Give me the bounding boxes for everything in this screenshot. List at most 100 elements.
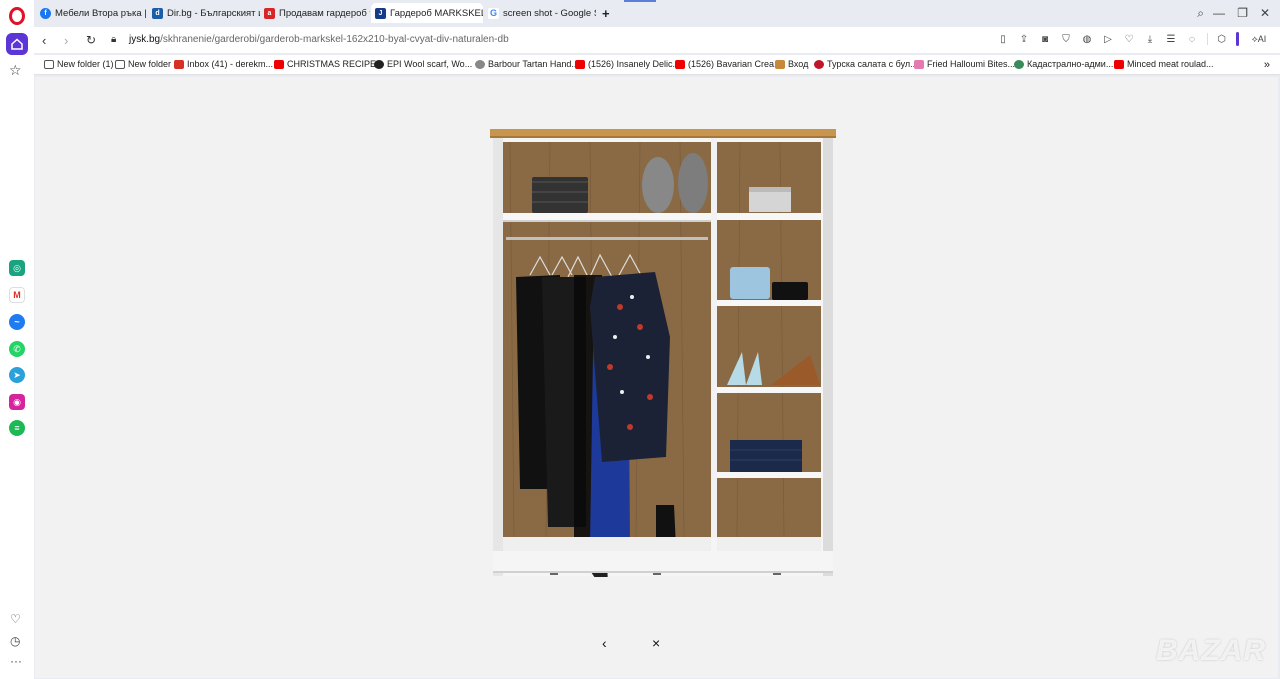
speed-dial-star-icon[interactable]: ☆ xyxy=(9,62,22,79)
bookmark-label: Minced meat roulad... xyxy=(1127,59,1214,69)
gmail-icon[interactable]: M xyxy=(9,287,25,303)
bookmark-item[interactable]: Кадастрално-адми... xyxy=(1014,59,1113,69)
barbour-icon xyxy=(475,59,485,69)
opera-logo[interactable] xyxy=(9,7,25,25)
bookmark-item[interactable]: Вход xyxy=(775,59,808,69)
tab-google[interactable]: G screen shot - Google Searc xyxy=(484,3,596,23)
more-icon[interactable]: ··· xyxy=(10,654,22,668)
url-domain: jysk.bg xyxy=(129,34,161,45)
bookmark-label: New folder xyxy=(128,59,172,69)
home-icon xyxy=(11,38,23,50)
bookmark-label: Barbour Tartan Hand... xyxy=(488,59,579,69)
tab-label: Гардероб MARKSKEL 162 xyxy=(390,7,483,19)
heart-icon[interactable]: ♡ xyxy=(1123,33,1135,45)
reload-icon[interactable]: ↻ xyxy=(86,33,96,47)
vpn-icon[interactable]: ◍ xyxy=(1081,33,1093,45)
bookmark-item[interactable]: New folder (1) xyxy=(44,59,114,69)
telegram-icon[interactable]: ➤ xyxy=(9,367,25,383)
bookmark-item[interactable]: Barbour Tartan Hand... xyxy=(475,59,579,69)
google-icon: G xyxy=(488,7,499,19)
bookmark-label: (1526) Bavarian Crea... xyxy=(688,59,782,69)
bookmark-item[interactable]: EPI Wool scarf, Wo... xyxy=(374,59,472,69)
ai-icon[interactable]: ⟡AI xyxy=(1248,33,1270,45)
bookmark-item[interactable]: Inbox (41) - derekm... xyxy=(174,59,273,69)
bookmark-item[interactable]: (1526) Bavarian Crea... xyxy=(675,59,782,69)
close-window-icon[interactable]: ✕ xyxy=(1260,6,1270,20)
cube-icon[interactable]: ⬡ xyxy=(1207,33,1227,45)
forward-icon[interactable]: › xyxy=(64,33,68,48)
download-icon[interactable]: ⤓ xyxy=(1144,33,1156,45)
tab-label: Dir.bg - Българският инте xyxy=(167,7,260,19)
tab-facebook[interactable]: f Мебели Втора ръка | Fac xyxy=(36,3,148,23)
play-icon[interactable]: ▷ xyxy=(1102,33,1114,45)
prev-image-button[interactable]: ‹ xyxy=(602,635,607,651)
toolbar-icons: ▯ ⇪ ◙ ⛉ ◍ ▷ ♡ ⤓ ☰ ◌ ⬡ ⟡AI xyxy=(997,32,1270,46)
bazar-watermark: BAZAR xyxy=(1156,634,1266,667)
address-bar: ‹ › ↻ 🔒︎ jysk.bg/skhranenie/garderobi/ga… xyxy=(34,27,1280,53)
share-icon[interactable]: ⇪ xyxy=(1018,33,1030,45)
folder-icon xyxy=(44,59,54,69)
tab-label: Продавам гардероб три xyxy=(279,7,370,19)
shield-icon[interactable]: ⛉ xyxy=(1060,33,1072,45)
bookmark-label: Inbox (41) - derekm... xyxy=(187,59,274,69)
bookmark-label: New folder (1) xyxy=(57,59,114,69)
tab-label: Мебели Втора ръка | Fac xyxy=(55,7,148,19)
youtube-icon xyxy=(274,59,284,69)
home-button[interactable] xyxy=(6,33,28,55)
new-tab-button[interactable]: + xyxy=(598,3,614,23)
tab-bar: f Мебели Втора ръка | Fac d Dir.bg - Бъл… xyxy=(34,0,1280,26)
heart-icon[interactable]: ♡ xyxy=(10,612,21,626)
cherry-icon xyxy=(814,59,824,69)
minimize-icon[interactable]: — xyxy=(1213,6,1225,20)
url-path: /skhranenie/garderobi/garderob-markskel-… xyxy=(160,34,509,45)
accent-indicator xyxy=(1236,32,1239,46)
bookmarks-bar: New folder (1) New folder Inbox (41) - d… xyxy=(34,55,1280,75)
profile-icon[interactable]: ◌ xyxy=(1186,33,1198,45)
login-icon xyxy=(775,59,785,69)
alo-icon: a xyxy=(264,7,275,19)
youtube-icon xyxy=(575,59,585,69)
bow-icon xyxy=(914,59,924,69)
instagram-icon[interactable]: ◉ xyxy=(9,394,25,410)
bookmark-label: EPI Wool scarf, Wo... xyxy=(387,59,473,69)
tab-jysk[interactable]: J Гардероб MARKSKEL 162 xyxy=(371,3,483,23)
bookmark-item[interactable]: New folder xyxy=(115,59,171,69)
spotify-icon[interactable]: ≡ xyxy=(9,420,25,436)
cadastre-icon xyxy=(1014,59,1024,69)
bookmark-label: CHRISTMAS RECIPE... xyxy=(287,59,384,69)
camera-icon[interactable]: ◙ xyxy=(1039,33,1051,45)
restore-icon[interactable]: ❐ xyxy=(1237,6,1248,20)
lock-icon: 🔒︎ xyxy=(111,34,117,45)
gmail-icon xyxy=(174,59,184,69)
tab-label: screen shot - Google Searc xyxy=(503,7,596,19)
bookmark-item[interactable]: CHRISTMAS RECIPE... xyxy=(274,59,384,69)
tab-alo[interactable]: a Продавам гардероб три xyxy=(260,3,370,23)
dirbg-icon: d xyxy=(152,7,163,19)
history-icon[interactable]: ◷ xyxy=(10,634,20,648)
youtube-icon xyxy=(1114,59,1124,69)
chatgpt-icon[interactable]: ◎ xyxy=(9,260,25,276)
facebook-icon: f xyxy=(40,7,51,19)
search-tabs-icon[interactable]: ⌕ xyxy=(1197,6,1204,21)
folder-icon xyxy=(115,59,125,69)
reader-icon[interactable]: ▯ xyxy=(997,33,1009,45)
whatsapp-icon[interactable]: ✆ xyxy=(9,341,25,357)
bookmark-item[interactable]: Minced meat roulad... xyxy=(1114,59,1214,69)
bookmark-item[interactable]: (1526) Insanely Delic... xyxy=(575,59,680,69)
browser-sidebar: ☆ ◎ M ~ ✆ ➤ ◉ ≡ ♡ ◷ ··· xyxy=(0,0,34,679)
bookmark-item[interactable]: Fried Halloumi Bites... xyxy=(914,59,1015,69)
panda-icon xyxy=(374,59,384,69)
bookmark-item[interactable]: Турска салата с бул... xyxy=(814,59,918,69)
tab-dirbg[interactable]: d Dir.bg - Българският инте xyxy=(148,3,260,23)
tab-indicator xyxy=(624,0,656,2)
close-viewer-button[interactable]: × xyxy=(652,635,660,651)
bookmark-label: (1526) Insanely Delic... xyxy=(588,59,681,69)
bookmark-label: Fried Halloumi Bites... xyxy=(927,59,1016,69)
more-bookmarks-icon[interactable]: » xyxy=(1264,59,1270,71)
easy-setup-icon[interactable]: ☰ xyxy=(1165,33,1177,45)
bookmark-label: Кадастрално-адми... xyxy=(1027,59,1114,69)
back-icon[interactable]: ‹ xyxy=(42,33,46,48)
messenger-icon[interactable]: ~ xyxy=(9,314,25,330)
jysk-icon: J xyxy=(375,7,386,19)
url-field[interactable]: jysk.bg/skhranenie/garderobi/garderob-ma… xyxy=(129,34,509,45)
